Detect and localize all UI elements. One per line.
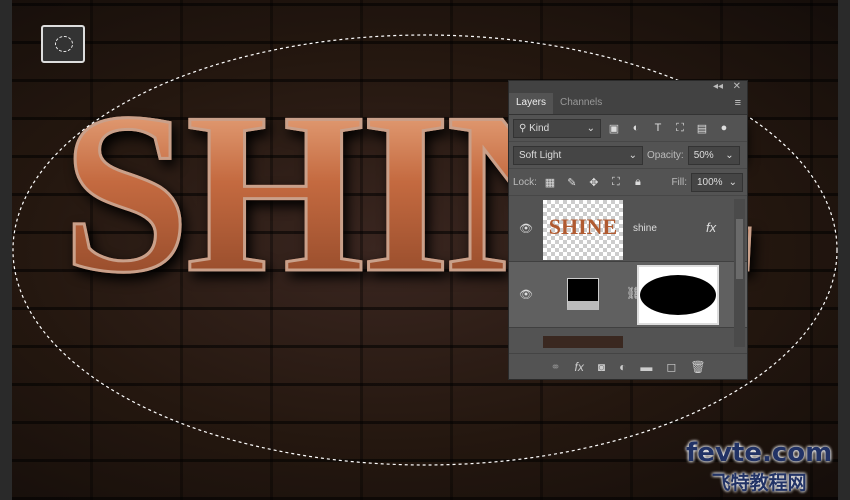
filter-kind-label: Kind xyxy=(529,122,550,134)
adjustment-icon[interactable]: ◐ xyxy=(619,360,626,374)
fill-label: Fill: xyxy=(671,176,687,188)
tab-channels[interactable]: Channels xyxy=(553,93,609,114)
smart-object-filter-icon[interactable]: ▤ xyxy=(693,122,711,135)
type-filter-icon[interactable]: T xyxy=(649,122,667,134)
trash-icon[interactable]: 🗑︎ xyxy=(690,360,705,374)
watermark-line2: 飞特教程网 xyxy=(711,472,807,494)
panel-menu-icon[interactable]: ≡ xyxy=(735,97,741,109)
lock-transparent-icon[interactable]: ▦ xyxy=(541,176,559,189)
lock-position-icon[interactable]: ✥ xyxy=(585,176,603,189)
image-filter-icon[interactable]: ▣ xyxy=(605,122,623,135)
folder-icon[interactable]: ▬ xyxy=(640,360,652,374)
layer-mask-thumbnail[interactable] xyxy=(637,265,719,325)
scrollbar[interactable] xyxy=(734,199,745,347)
fill-field[interactable]: 100% ⌄ xyxy=(691,172,743,192)
layer-shine[interactable]: 👁︎ SHINE shine fx xyxy=(509,196,747,262)
opacity-label: Opacity: xyxy=(647,149,684,161)
filter-toggle[interactable]: ● xyxy=(715,122,733,134)
collapse-icon[interactable]: ◂◂ xyxy=(713,81,723,92)
elliptical-marquee-icon[interactable] xyxy=(41,25,85,63)
mask-icon[interactable]: ◙ xyxy=(598,360,605,374)
adjustment-filter-icon[interactable]: ◐ xyxy=(627,122,645,134)
watermark-line1: fevte.com xyxy=(686,438,833,468)
link-icon[interactable]: ⚭ xyxy=(550,360,560,374)
levels-adjustment-icon xyxy=(567,278,599,310)
visibility-eye-icon[interactable]: 👁︎ xyxy=(519,288,533,301)
lock-label: Lock: xyxy=(513,176,537,188)
new-layer-icon[interactable]: ◻ xyxy=(666,360,676,374)
shape-filter-icon[interactable]: ⛶ xyxy=(671,122,689,135)
layer-background-thumbnail xyxy=(543,336,623,348)
layer-name[interactable]: shine xyxy=(633,223,657,234)
opacity-field[interactable]: 50% ⌄ xyxy=(687,145,740,165)
layer-fx-icon[interactable]: fx xyxy=(706,220,716,235)
fx-icon[interactable]: fx xyxy=(575,360,584,374)
visibility-eye-icon[interactable]: 👁︎ xyxy=(519,222,533,235)
tab-layers[interactable]: Layers xyxy=(509,93,554,114)
layers-panel: ◂◂ ✕ Layers Channels ≡ ⚲ Kind ⌄ ▣ ◐ T ⛶ ▤ … xyxy=(508,80,748,380)
blend-mode-select[interactable]: Soft Light ⌄ xyxy=(513,145,643,165)
watermark-logo: fevte.com 飞特教程网 xyxy=(686,438,832,495)
filter-kind-select[interactable]: ⚲ Kind ⌄ xyxy=(513,118,601,138)
lock-artboard-icon[interactable]: ⛶ xyxy=(607,176,625,189)
lock-all-icon[interactable]: 🔒︎ xyxy=(629,176,647,189)
layer-thumbnail: SHINE xyxy=(543,200,623,260)
thumbnail-text: SHINE xyxy=(548,214,618,239)
lock-image-icon[interactable]: ✎ xyxy=(563,176,581,189)
layer-levels[interactable]: 👁︎ ⛓ xyxy=(509,262,747,328)
close-icon[interactable]: ✕ xyxy=(733,81,741,92)
